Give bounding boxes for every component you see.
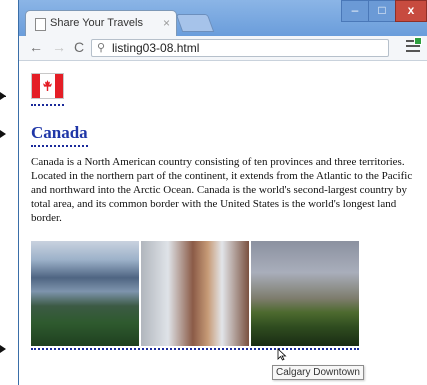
annotation-arrow-2 (0, 130, 6, 138)
maximize-button[interactable]: □ (368, 0, 396, 22)
new-tab-button[interactable] (175, 14, 215, 32)
update-badge-icon (414, 37, 422, 45)
annotation-arrow-3 (0, 345, 6, 353)
back-icon[interactable]: ← (29, 39, 43, 55)
browser-window: Share Your Travels × – □ x ← → C ⚲ listi… (18, 0, 427, 385)
page-heading[interactable]: Canada (31, 123, 88, 147)
mouse-cursor-icon (277, 348, 287, 361)
building-photo[interactable] (141, 241, 249, 346)
address-bar[interactable]: ⚲ listing03-08.html (91, 39, 389, 57)
page-viewport: Canada Canada is a North American countr… (19, 61, 427, 385)
annotation-arrow-1 (0, 92, 6, 100)
country-description: Canada is a North American country consi… (31, 156, 413, 224)
canada-flag-icon[interactable] (31, 73, 64, 99)
menu-icon[interactable] (406, 37, 422, 52)
close-tab-icon[interactable]: × (163, 16, 170, 30)
tab-share-your-travels[interactable]: Share Your Travels × (25, 10, 177, 37)
browser-toolbar: ← → C ⚲ listing03-08.html (19, 36, 427, 61)
reload-icon[interactable]: C (74, 39, 84, 55)
minimize-button[interactable]: – (341, 0, 369, 22)
maple-leaf-icon (43, 80, 52, 91)
tab-title: Share Your Travels (50, 17, 143, 29)
forward-icon[interactable]: → (52, 39, 66, 55)
search-icon: ⚲ (97, 42, 106, 54)
calgary-photo[interactable] (251, 241, 359, 346)
image-tooltip: Calgary Downtown (272, 365, 364, 380)
url-text[interactable]: listing03-08.html (112, 41, 199, 55)
page-icon (35, 18, 46, 31)
gallery-link-underline (31, 348, 359, 350)
close-window-button[interactable]: x (395, 0, 427, 22)
flag-link-underline (31, 104, 64, 106)
mountains-photo[interactable] (31, 241, 139, 346)
